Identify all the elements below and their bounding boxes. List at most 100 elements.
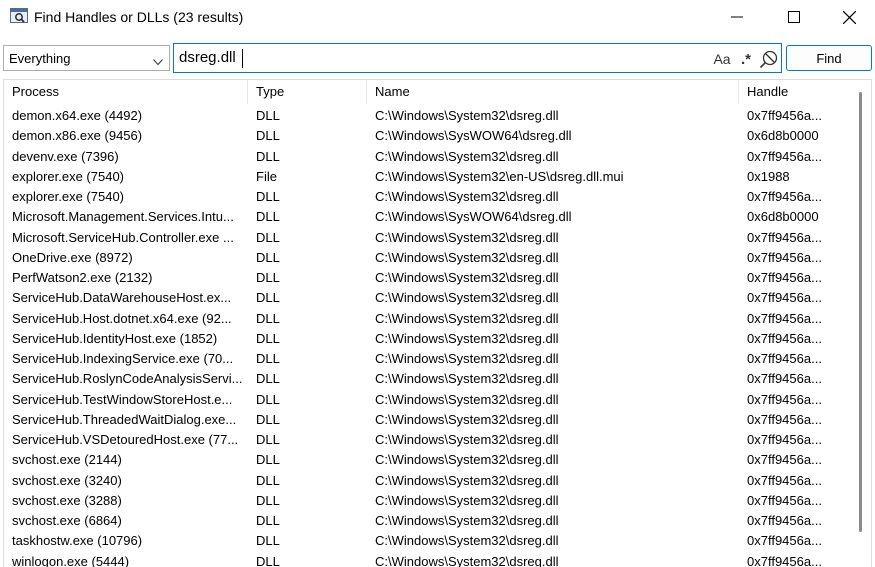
type-cell: File	[256, 168, 277, 184]
process-cell: ServiceHub.DataWarehouseHost.ex...	[12, 290, 232, 306]
handle-cell: 0x7ff9456a...	[747, 371, 822, 387]
table-row[interactable]: ServiceHub.RoslynCodeAnalysisServi... DLL…	[4, 369, 852, 389]
close-button[interactable]	[826, 0, 872, 34]
find-button[interactable]: Find	[786, 45, 872, 71]
handle-cell: 0x7ff9456a...	[747, 492, 822, 508]
name-cell: C:\Windows\System32\en-US\dsreg.dll.mui	[375, 168, 624, 184]
process-cell: demon.x64.exe (4492)	[12, 108, 143, 123]
column-header-name[interactable]: Name	[367, 80, 739, 104]
process-cell: ServiceHub.VSDetouredHost.exe (77...	[12, 432, 239, 447]
name-cell: C:\Windows\System32\dsreg.dll	[375, 270, 559, 285]
process-cell: devenv.exe (7396)	[12, 148, 119, 164]
type-cell: DLL	[256, 472, 280, 488]
type-cell: DLL	[256, 128, 280, 144]
name-cell: C:\Windows\SysWOW64\dsreg.dll	[375, 128, 572, 144]
table-row[interactable]: winlogon.exe (5444) DLL C:\Windows\System3…	[4, 552, 852, 567]
handle-cell: 0x7ff9456a...	[747, 290, 822, 306]
table-row[interactable]: OneDrive.exe (8972) DLL C:\Windows\System3…	[4, 248, 852, 268]
table-row[interactable]: ServiceHub.Host.dotnet.x64.exe (92... DLL…	[4, 309, 852, 329]
table-row[interactable]: svchost.exe (3288) DLL C:\Windows\System32…	[4, 491, 852, 511]
table-row[interactable]: svchost.exe (3240) DLL C:\Windows\System32…	[4, 471, 852, 491]
filter-dropdown[interactable]: Everything	[3, 45, 170, 71]
chevron-down-icon	[153, 54, 163, 69]
table-row[interactable]: Microsoft.Management.Services.Intu... DLL…	[4, 207, 852, 227]
handle-cell: 0x7ff9456a...	[747, 513, 822, 528]
scrollbar-thumb[interactable]	[859, 92, 862, 532]
process-cell: ServiceHub.Host.dotnet.x64.exe (92...	[12, 310, 232, 326]
type-cell: DLL	[256, 189, 280, 204]
type-cell: DLL	[256, 290, 280, 306]
table-row[interactable]: ServiceHub.IndexingService.exe (70... DLL…	[4, 349, 852, 369]
name-cell: C:\Windows\System32\dsreg.dll	[375, 189, 559, 204]
process-cell: PerfWatson2.exe (2132)	[12, 270, 153, 285]
table-row[interactable]: ServiceHub.VSDetouredHost.exe (77... DLL C…	[4, 430, 852, 450]
handle-cell: 0x7ff9456a...	[747, 553, 822, 567]
name-cell: C:\Windows\System32\dsreg.dll	[375, 148, 559, 164]
window-title: Find Handles or DLLs (23 results)	[34, 9, 244, 25]
name-cell: C:\Windows\System32\dsreg.dll	[375, 290, 559, 306]
process-cell: explorer.exe (7540)	[12, 168, 125, 184]
handle-cell: 0x7ff9456a...	[747, 108, 822, 123]
table-row[interactable]: taskhostw.exe (10796) DLL C:\Windows\Syste…	[4, 531, 852, 551]
type-cell: DLL	[256, 492, 280, 508]
process-cell: winlogon.exe (5444)	[12, 553, 130, 567]
process-cell: ServiceHub.IdentityHost.exe (1852)	[12, 330, 218, 346]
name-cell: C:\Windows\System32\dsreg.dll	[375, 411, 559, 427]
table-row[interactable]: ServiceHub.ThreadedWaitDialog.exe... DLL C…	[4, 410, 852, 430]
name-cell: C:\Windows\System32\dsreg.dll	[375, 351, 559, 366]
type-cell: DLL	[256, 270, 280, 285]
name-cell: C:\Windows\System32\dsreg.dll	[375, 330, 559, 346]
name-cell: C:\Windows\System32\dsreg.dll	[375, 472, 559, 488]
vertical-scrollbar[interactable]	[854, 80, 871, 567]
type-cell: DLL	[256, 553, 280, 567]
handle-cell: 0x6d8b0000	[747, 209, 819, 225]
clear-search-icon[interactable]	[758, 48, 780, 70]
handle-cell: 0x7ff9456a...	[747, 310, 822, 326]
name-cell: C:\Windows\System32\dsreg.dll	[375, 229, 559, 245]
handle-cell: 0x7ff9456a...	[747, 411, 822, 427]
name-cell: C:\Windows\System32\dsreg.dll	[375, 371, 559, 387]
match-case-toggle[interactable]: Aa	[711, 48, 733, 70]
table-row[interactable]: svchost.exe (6864) DLL C:\Windows\System32…	[4, 511, 852, 531]
column-header-process[interactable]: Process	[4, 80, 248, 104]
handle-cell: 0x1988	[747, 168, 790, 184]
table-row[interactable]: demon.x64.exe (4492) DLL C:\Windows\System…	[4, 106, 852, 126]
name-cell: C:\Windows\System32\dsreg.dll	[375, 533, 559, 549]
type-cell: DLL	[256, 533, 280, 549]
column-header-type[interactable]: Type	[248, 80, 367, 104]
type-cell: DLL	[256, 148, 280, 164]
type-cell: DLL	[256, 108, 280, 123]
handle-cell: 0x7ff9456a...	[747, 533, 822, 549]
table-row[interactable]: ServiceHub.DataWarehouseHost.ex... DLL C:\…	[4, 288, 852, 308]
table-row[interactable]: PerfWatson2.exe (2132) DLL C:\Windows\Syst…	[4, 268, 852, 288]
handle-cell: 0x7ff9456a...	[747, 189, 822, 204]
table-row[interactable]: svchost.exe (2144) DLL C:\Windows\System32…	[4, 450, 852, 470]
minimize-button[interactable]	[714, 0, 760, 34]
process-cell: demon.x86.exe (9456)	[12, 128, 143, 144]
handle-cell: 0x7ff9456a...	[747, 452, 822, 468]
search-input[interactable]: dsreg.dll Aa .*	[173, 43, 782, 73]
type-cell: DLL	[256, 249, 280, 265]
type-cell: DLL	[256, 391, 280, 407]
process-cell: ServiceHub.TestWindowStoreHost.e...	[12, 391, 233, 407]
table-row[interactable]: ServiceHub.TestWindowStoreHost.e... DLL C:…	[4, 390, 852, 410]
filter-dropdown-value: Everything	[9, 51, 71, 66]
handle-cell: 0x7ff9456a...	[747, 229, 822, 245]
table-row[interactable]: ServiceHub.IdentityHost.exe (1852) DLL C:\…	[4, 329, 852, 349]
name-cell: C:\Windows\System32\dsreg.dll	[375, 553, 559, 567]
column-header-handle[interactable]: Handle	[739, 80, 845, 104]
type-cell: DLL	[256, 371, 280, 387]
maximize-button[interactable]	[771, 0, 817, 34]
handle-cell: 0x6d8b0000	[747, 128, 819, 144]
name-cell: C:\Windows\System32\dsreg.dll	[375, 310, 559, 326]
table-row[interactable]: explorer.exe (7540) DLL C:\Windows\System3…	[4, 187, 852, 207]
name-cell: C:\Windows\SysWOW64\dsreg.dll	[375, 209, 572, 225]
process-cell: OneDrive.exe (8972)	[12, 249, 133, 265]
regex-toggle[interactable]: .*	[736, 48, 756, 70]
table-row[interactable]: explorer.exe (7540) File C:\Windows\System…	[4, 167, 852, 187]
name-cell: C:\Windows\System32\dsreg.dll	[375, 108, 559, 123]
table-row[interactable]: devenv.exe (7396) DLL C:\Windows\System32\…	[4, 147, 852, 167]
table-row[interactable]: Microsoft.ServiceHub.Controller.exe ... D…	[4, 228, 852, 248]
table-row[interactable]: demon.x86.exe (9456) DLL C:\Windows\SysWOW…	[4, 126, 852, 146]
name-cell: C:\Windows\System32\dsreg.dll	[375, 432, 559, 447]
